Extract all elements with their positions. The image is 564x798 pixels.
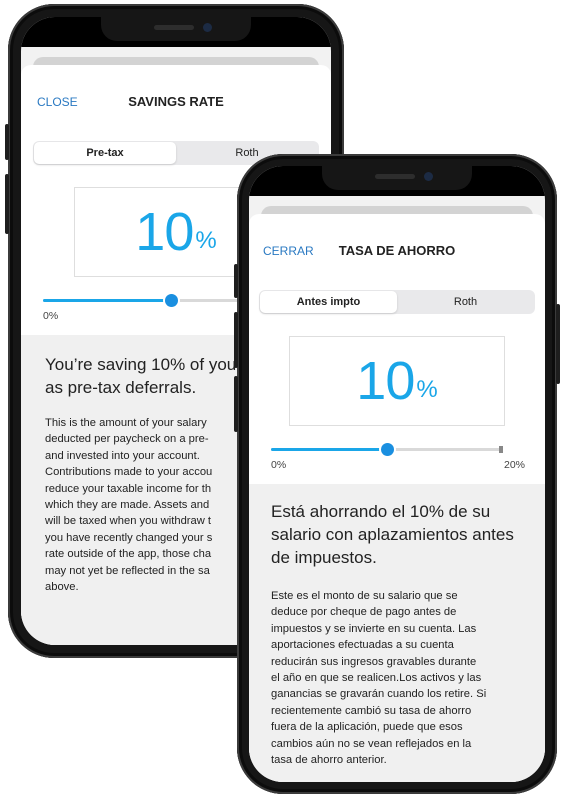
body-line: rate outside of the app, those cha <box>45 548 212 561</box>
savings-explanation-panel: Está ahorrando el 10% de su salario con … <box>249 484 545 782</box>
body-line: This is the amount of your salary <box>45 417 207 429</box>
body-line: aportaciones efectuadas a su cuenta <box>271 639 454 652</box>
tab-roth[interactable]: Roth <box>397 291 534 313</box>
heading-line: Está ahorrando el 10% de su <box>271 502 491 521</box>
body-line: deduce por cheque de pago antes de <box>271 606 457 619</box>
savings-summary-heading: Está ahorrando el 10% de su salario con … <box>271 500 514 569</box>
savings-summary-heading: You’re saving 10% of your as pre-tax def… <box>45 353 242 399</box>
slider-min-label: 0% <box>271 459 287 471</box>
savings-explanation-body: Este es el monto de su salario que se de… <box>271 588 486 768</box>
front-camera <box>424 172 433 181</box>
slider-thumb[interactable] <box>165 294 178 307</box>
body-line: may not yet be reflected in the sa <box>45 564 210 577</box>
phone-side-button <box>5 124 9 160</box>
rate-value: 10 <box>356 351 415 411</box>
slider-track-fill <box>43 299 171 302</box>
speaker-grille <box>154 25 194 30</box>
phone-notch <box>101 17 251 41</box>
tab-pre-tax[interactable]: Pre-tax <box>34 142 176 164</box>
phone-notch <box>322 166 472 190</box>
speaker-grille <box>375 174 415 179</box>
navigation-bar: CLOSE SAVINGS RATE <box>21 65 331 125</box>
body-line: el año en que se realicen.Los activos y … <box>271 672 482 685</box>
body-line: Este es el monto de su salario que se <box>271 590 458 602</box>
front-camera <box>203 23 212 32</box>
body-line: fuera de la aplicación, puede que esos <box>271 721 463 734</box>
phone-side-button <box>234 312 238 368</box>
tab-antes-impto[interactable]: Antes impto <box>260 291 397 313</box>
slider-track-fill <box>271 448 387 451</box>
body-line: deducted per paycheck on a pre- <box>45 433 209 446</box>
phone-screen-spanish: CERRAR TASA DE AHORRO Antes impto Roth 1… <box>249 166 545 782</box>
heading-line: as pre-tax deferrals. <box>45 378 197 397</box>
page-title: TASA DE AHORRO <box>338 243 456 258</box>
phone-power-button <box>556 304 560 384</box>
body-line: which they are made. Assets and <box>45 499 210 512</box>
page-title: SAVINGS RATE <box>128 94 224 109</box>
rate-unit: % <box>195 227 217 254</box>
rate-unit: % <box>416 376 438 403</box>
rate-value: 10 <box>135 202 194 262</box>
body-line: impuestos y se invierte en su cuenta. La… <box>271 622 477 635</box>
slider-track-end <box>499 446 503 453</box>
body-line: and invested into your account. <box>45 449 200 462</box>
slider-thumb[interactable] <box>381 443 394 456</box>
body-line: above. <box>45 581 79 594</box>
phone-frame-spanish: CERRAR TASA DE AHORRO Antes impto Roth 1… <box>234 154 560 794</box>
navigation-bar: CERRAR TASA DE AHORRO <box>249 214 545 274</box>
savings-rate-slider[interactable] <box>271 440 503 460</box>
body-line: reduce your taxable income for th <box>45 482 212 495</box>
savings-explanation-body: This is the amount of your salary deduct… <box>45 415 212 595</box>
body-line: Contributions made to your accou <box>45 466 213 479</box>
phone-side-button <box>234 376 238 432</box>
heading-line: You’re saving 10% of your <box>45 355 242 374</box>
body-line: reducirán sus ingresos gravables durante <box>271 655 477 668</box>
slider-max-label: 20% <box>503 459 525 471</box>
body-line: recientemente cambió su tasa de ahorro <box>271 704 472 717</box>
phone-side-button <box>234 264 238 298</box>
body-line: will be taxed when you withdraw t <box>45 515 212 528</box>
body-line: tasa de ahorro anterior. <box>271 754 387 767</box>
body-line: cambios aún no se vean reflejados en la <box>271 737 472 750</box>
body-line: you have recently changed your s <box>45 531 213 544</box>
heading-line: de impuestos. <box>271 548 377 567</box>
slider-min-label: 0% <box>43 310 59 322</box>
phone-side-button <box>5 174 9 234</box>
body-line: ganancias se gravarán cuando los retire.… <box>271 688 487 701</box>
savings-rate-display: 10 % <box>289 336 505 426</box>
heading-line: salario con aplazamientos antes <box>271 525 514 544</box>
savings-rate-sheet: CERRAR TASA DE AHORRO Antes impto Roth 1… <box>249 214 545 782</box>
tax-type-segmented-control: Antes impto Roth <box>259 290 535 314</box>
